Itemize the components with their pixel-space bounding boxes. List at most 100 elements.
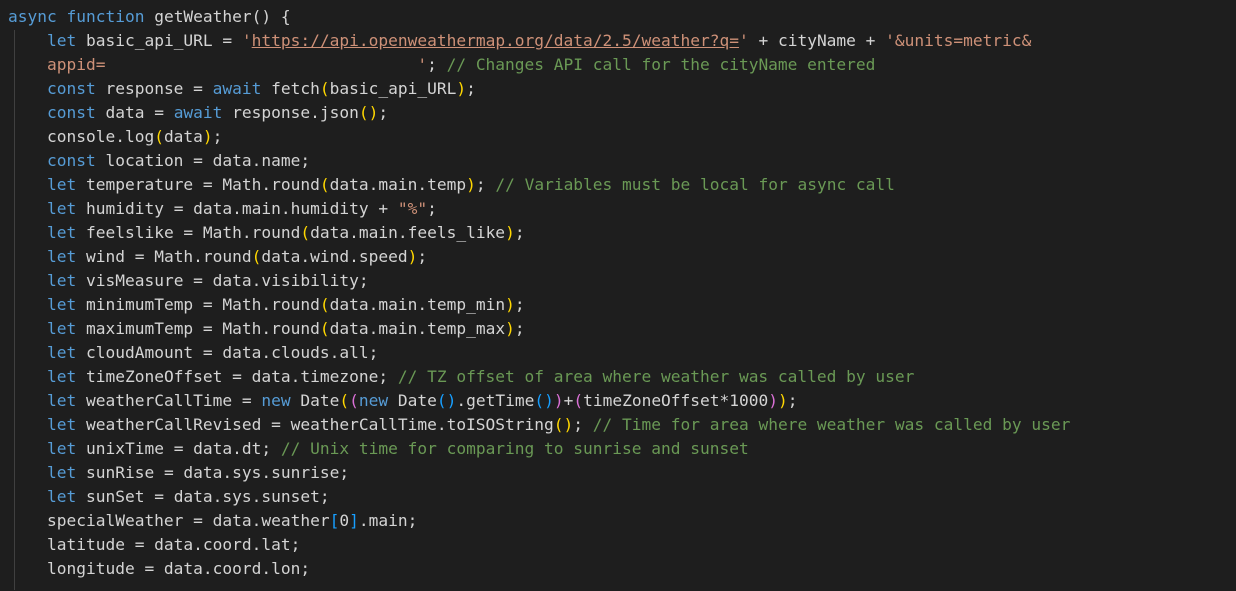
code-line[interactable]: const location = data.name; [8,149,1070,173]
code-token: timeZoneOffset*1000 [583,391,769,410]
code-line[interactable]: let wind = Math.round(data.wind.speed); [8,245,1070,269]
code-token: let [46,415,77,434]
code-token: ( [154,127,164,146]
code-token: data.main.temp_max [329,319,506,338]
code-token: basic_api_URL = [76,31,242,50]
code-token: Date [290,391,340,410]
code-token: temperature = Math.round [76,175,320,194]
code-token: ; [466,79,476,98]
code-token: data.main.temp [329,175,467,194]
code-token: // Time for area where weather was calle… [592,415,1071,434]
code-token: ) [505,319,515,338]
code-token: ; [514,223,525,242]
code-token: minimumTemp = Math.round [76,295,320,314]
code-line[interactable]: let sunSet = data.sys.sunset; [8,485,1070,509]
code-token: basic_api_URL [329,79,457,98]
code-token: location = data.name; [95,151,311,170]
code-token: ) [505,295,515,314]
code-token: fetch [261,79,320,98]
code-token: data [163,127,203,146]
code-line[interactable]: let weatherCallTime = new Date((new Date… [8,389,1070,413]
code-line[interactable]: specialWeather = data.weather[0].main; [8,509,1070,533]
code-line[interactable]: let visMeasure = data.visibility; [8,269,1070,293]
code-token: // Variables must be local for async cal… [495,175,895,194]
code-editor[interactable]: async function getWeather() { let basic_… [0,0,1236,591]
code-token: ( [319,319,330,338]
code-token: let [46,199,77,218]
code-token: maximumTemp = Math.round [76,319,320,338]
code-token: [ [329,511,340,530]
code-line[interactable]: let temperature = Math.round(data.main.t… [8,173,1070,197]
code-line[interactable]: let minimumTemp = Math.round(data.main.t… [8,293,1070,317]
code-token: sunRise = data.sys.sunrise; [76,463,350,482]
code-line[interactable]: let cloudAmount = data.clouds.all; [8,341,1070,365]
code-line[interactable]: let feelslike = Math.round(data.main.fee… [8,221,1070,245]
code-token: // Changes API call for the cityName ent… [446,55,876,74]
code-token: ] [349,511,359,530]
code-token: ; [475,175,496,194]
code-line[interactable]: let humidity = data.main.humidity + "%"; [8,197,1070,221]
code-line[interactable]: let unixTime = data.dt; // Unix time for… [8,437,1070,461]
code-token: specialWeather = data.weather [46,511,330,530]
code-line[interactable]: let basic_api_URL = 'https://api.openwea… [8,29,1070,53]
code-line[interactable]: let maximumTemp = Math.round(data.main.t… [8,317,1070,341]
code-token: () [534,391,554,410]
code-line[interactable]: let weatherCallRevised = weatherCallTime… [8,413,1070,437]
code-token: let [46,247,77,266]
code-token: ; [212,127,223,146]
code-token: ; [378,103,389,122]
code-token: ) [553,391,564,410]
code-token: timeZoneOffset = data.timezone; [76,367,398,386]
code-token: https://api.openweathermap.org/data/2.5/… [251,31,739,50]
code-token: ( [319,295,330,314]
code-token: sunSet = data.sys.sunset; [76,487,330,506]
code-token: new [261,391,291,410]
code-token: appid= ' [46,55,428,74]
code-token: longitude = data.coord.lon; [46,559,311,578]
code-token: await [173,103,223,122]
code-token: weatherCallTime = [76,391,262,410]
code-token: ; [573,415,593,434]
code-line[interactable]: const response = await fetch(basic_api_U… [8,77,1070,101]
code-token: ) [466,175,476,194]
code-token: await [212,79,262,98]
code-token: getWeather() { [144,7,291,26]
code-token: ; [787,391,798,410]
code-line[interactable]: async function getWeather() { [8,5,1070,29]
code-line[interactable]: let sunRise = data.sys.sunrise; [8,461,1070,485]
code-line[interactable]: const data = await response.json(); [8,101,1070,125]
code-token: "%" [397,199,428,218]
code-area[interactable]: async function getWeather() { let basic_… [8,5,1070,581]
code-token: '&units=metric& [885,31,1032,50]
code-line[interactable]: let timeZoneOffset = data.timezone; // T… [8,365,1070,389]
code-token: () [358,103,379,122]
code-token: const [46,79,96,98]
code-line[interactable]: latitude = data.coord.lat; [8,533,1070,557]
code-token: humidity = data.main.humidity + [76,199,398,218]
code-token: data.main.feels_like [310,223,506,242]
code-token: ( [319,79,330,98]
code-token: // TZ offset of area where weather was c… [397,367,915,386]
code-line[interactable]: longitude = data.coord.lon; [8,557,1070,581]
code-token: function [66,7,145,26]
code-token: let [46,271,77,290]
code-line[interactable]: console.log(data); [8,125,1070,149]
code-token: unixTime = data.dt; [76,439,281,458]
code-token: let [46,223,77,242]
code-line[interactable]: appid= '; // Changes API call for the ci… [8,53,1070,77]
code-token: ) [407,247,418,266]
